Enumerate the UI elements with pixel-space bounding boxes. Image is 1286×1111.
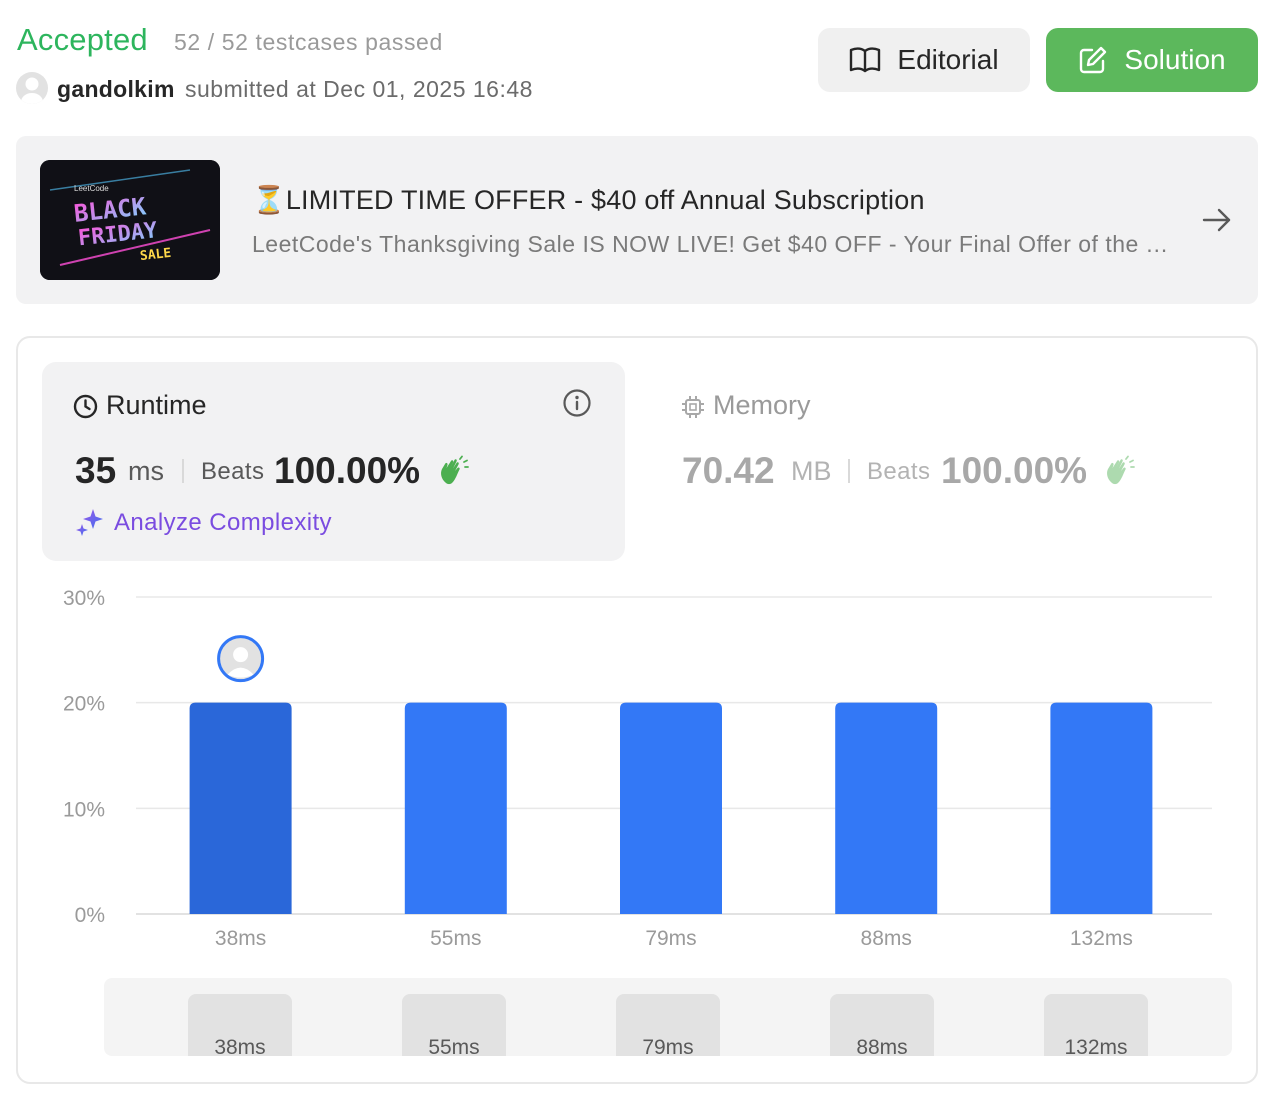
memory-beats-label: Beats — [867, 458, 931, 485]
clock-icon — [73, 394, 98, 424]
chip-icon — [680, 394, 706, 425]
testcases-passed: 52 / 52 testcases passed — [174, 29, 443, 55]
runtime-beats-value: 100.00% — [274, 450, 421, 491]
black-friday-artwork: LeetCode BLACK FRIDAY SALE — [40, 160, 220, 280]
scroller-item[interactable]: 132ms — [1044, 994, 1148, 1056]
solution-label: Solution — [1124, 44, 1226, 75]
runtime-unit: ms — [128, 456, 164, 486]
memory-value: 70.42 — [682, 450, 775, 491]
memory-separator — [848, 459, 850, 483]
clap-icon — [437, 455, 469, 492]
editorial-button[interactable]: Editorial — [818, 28, 1030, 92]
memory-label[interactable]: Memory — [713, 390, 811, 421]
runtime-value: 35 — [75, 450, 117, 491]
scroller-item[interactable]: 38ms — [188, 994, 292, 1056]
memory-unit: MB — [791, 456, 832, 486]
memory-beats-value: 100.00% — [941, 450, 1088, 491]
editorial-label: Editorial — [897, 44, 999, 75]
scroller-item[interactable]: 88ms — [830, 994, 934, 1056]
edit-icon — [1080, 46, 1107, 74]
promo-brand-text: LeetCode — [74, 184, 109, 193]
offer-title[interactable]: ⏳LIMITED TIME OFFER - $40 off Annual Sub… — [252, 184, 925, 216]
memory-clap-icon — [1103, 455, 1135, 492]
offer-subtitle: LeetCode's Thanksgiving Sale IS NOW LIVE… — [252, 231, 1172, 257]
arrow-right-icon[interactable] — [1200, 203, 1234, 242]
runtime-label: Runtime — [106, 390, 207, 420]
chart-range-scroller[interactable]: 38ms 55ms 79ms 88ms 132ms — [104, 978, 1232, 1056]
sparkle-icon — [76, 508, 104, 541]
runtime-beats-label: Beats — [201, 458, 265, 485]
runtime-separator — [182, 459, 184, 483]
scroller-item[interactable]: 79ms — [616, 994, 720, 1056]
analyze-complexity-link[interactable]: Analyze Complexity — [114, 509, 332, 537]
black-friday-promo-image: LeetCode BLACK FRIDAY SALE — [40, 160, 220, 280]
user-avatar[interactable] — [16, 72, 48, 104]
status-accepted: Accepted — [17, 22, 148, 57]
scroller-item[interactable]: 55ms — [402, 994, 506, 1056]
submitted-at: submitted at Dec 01, 2025 16:48 — [185, 76, 533, 102]
user-icon — [21, 77, 43, 104]
info-icon[interactable] — [562, 388, 592, 423]
solution-button[interactable]: Solution — [1046, 28, 1258, 92]
username[interactable]: gandolkim — [57, 76, 175, 103]
book-icon — [850, 47, 881, 73]
